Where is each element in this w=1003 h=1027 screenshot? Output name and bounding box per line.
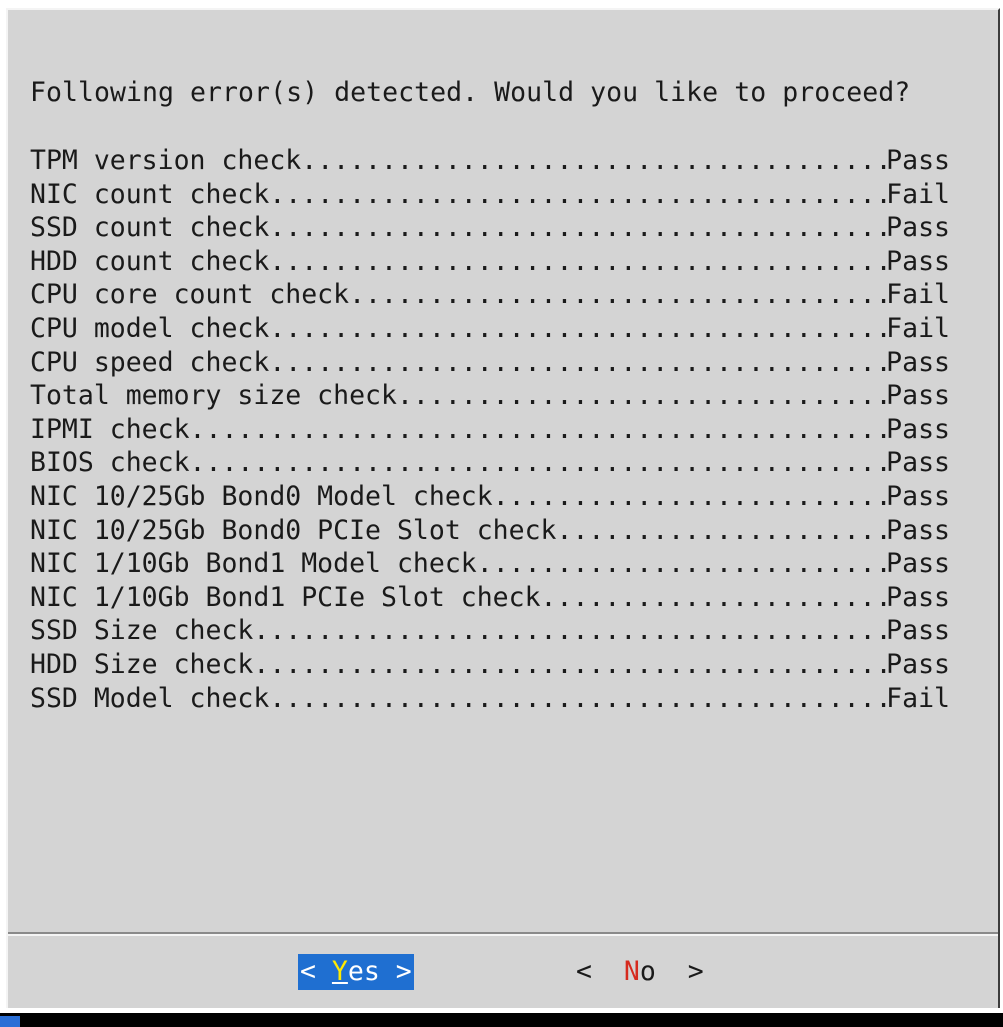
check-row: TPM version check Pass [30,144,950,178]
dot-leader [253,614,886,648]
dot-leader [269,312,886,346]
check-row: SSD Model check Fail [30,682,950,716]
check-result: Pass [886,648,950,680]
check-name: NIC count check [30,178,270,210]
yes-button[interactable]: < Yes > [298,954,414,990]
check-name: SSD Model check [30,682,270,714]
check-row: IPMI check Pass [30,413,950,447]
check-row: HDD Size check Pass [30,648,950,682]
check-name: HDD count check [30,245,270,277]
check-row: NIC 1/10Gb Bond1 PCIe Slot check Pass [30,581,950,615]
dot-leader [190,446,887,480]
check-result: Pass [886,447,950,479]
check-result: Pass [886,413,950,445]
check-name: CPU core count check [30,279,350,311]
check-results-list: TPM version check Pass NIC count check Fai… [30,144,950,715]
dot-leader [190,413,887,447]
dot-leader [269,211,886,245]
terminal-cursor-marker [0,1016,20,1027]
yes-button-open-bracket: < [300,956,332,987]
check-result: Fail [886,682,950,714]
check-row: Total memory size check Pass [30,379,950,413]
check-name: NIC 10/25Gb Bond0 PCIe Slot check [30,514,557,546]
check-result: Fail [886,312,950,344]
dot-leader [493,480,886,514]
yes-button-close-bracket: > [379,956,412,987]
no-button-open-bracket: < [576,956,624,987]
no-button-hotkey: N [623,956,640,987]
dot-leader [557,514,887,548]
check-result: Pass [886,245,950,277]
dot-leader [269,682,886,716]
check-row: CPU model check Fail [30,312,950,346]
check-name: CPU speed check [30,346,270,378]
check-result: Pass [886,514,950,546]
check-name: HDD Size check [30,648,254,680]
confirmation-dialog: Following error(s) detected. Would you l… [6,8,1000,1008]
terminal-bottom-bar [0,1013,1003,1027]
check-row: BIOS check Pass [30,446,950,480]
yes-button-label-rest: es [347,956,380,987]
check-name: Total memory size check [30,380,397,412]
check-name: NIC 1/10Gb Bond1 PCIe Slot check [30,581,541,613]
no-button[interactable]: < No > [574,954,706,990]
check-result: Pass [886,212,950,244]
dot-leader [269,245,886,279]
check-row: CPU core count check Fail [30,278,950,312]
dot-leader [397,379,886,413]
no-button-close-bracket: > [655,956,704,987]
check-result: Pass [886,548,950,580]
dot-leader [349,278,886,312]
check-result: Fail [886,178,950,210]
check-name: BIOS check [30,447,190,479]
check-name: CPU model check [30,312,270,344]
check-result: Pass [886,581,950,613]
check-result: Pass [886,615,950,647]
no-button-label-rest: o [639,956,656,987]
dot-leader [477,547,886,581]
check-result: Fail [886,279,950,311]
dot-leader [541,581,887,615]
check-result: Pass [886,346,950,378]
dot-leader [301,144,886,178]
yes-button-hotkey: Y [331,956,348,987]
check-name: SSD count check [30,212,270,244]
check-name: TPM version check [30,145,302,176]
dialog-buttons: < Yes > < No > [8,954,998,990]
terminal-screen: Following error(s) detected. Would you l… [0,0,1003,1027]
dot-leader [269,346,886,380]
check-name: SSD Size check [30,615,254,647]
dot-leader [269,178,886,212]
check-row: SSD Size check Pass [30,614,950,648]
check-row: SSD count check Pass [30,211,950,245]
check-result: Pass [886,145,950,176]
check-result: Pass [886,380,950,412]
check-row: NIC count check Fail [30,178,950,212]
check-row: CPU speed check Pass [30,346,950,380]
check-row: NIC 10/25Gb Bond0 PCIe Slot check Pass [30,514,950,548]
check-name: NIC 10/25Gb Bond0 Model check [30,480,493,512]
check-row: HDD count check Pass [30,245,950,279]
dialog-message: Following error(s) detected. Would you l… [30,77,911,108]
button-area-divider [8,934,998,936]
check-row: NIC 10/25Gb Bond0 Model check Pass [30,480,950,514]
check-name: NIC 1/10Gb Bond1 Model check [30,548,477,580]
check-result: Pass [886,480,950,512]
dot-leader [253,648,886,682]
check-name: IPMI check [30,413,190,445]
check-row: NIC 1/10Gb Bond1 Model check Pass [30,547,950,581]
